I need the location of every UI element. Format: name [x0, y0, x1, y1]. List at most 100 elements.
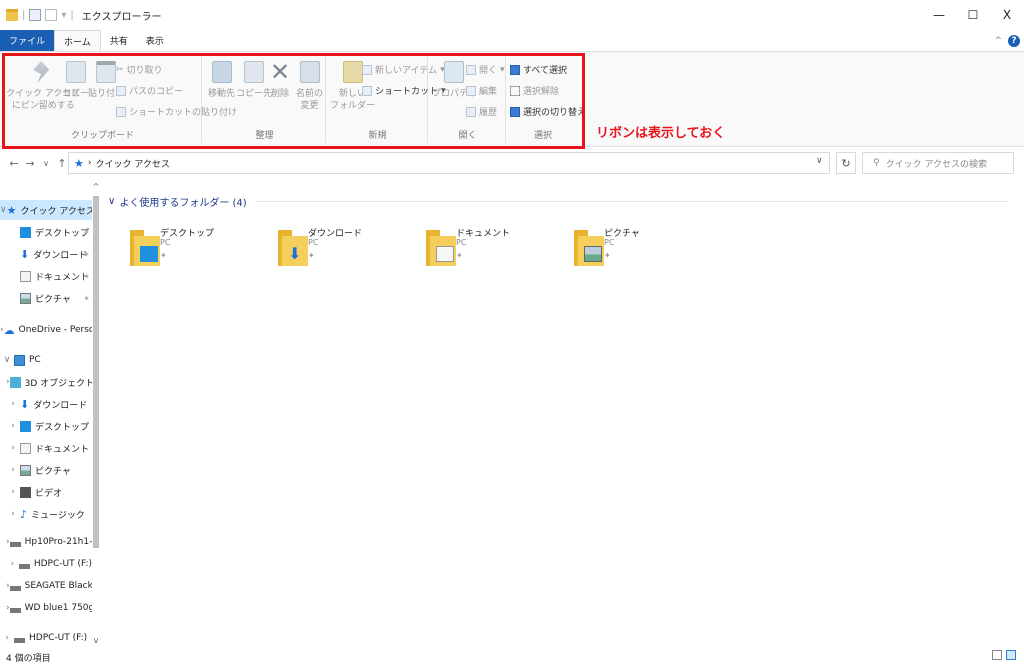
- expand-chevron-icon[interactable]: ∨: [0, 355, 14, 365]
- expand-chevron-icon[interactable]: ›: [0, 633, 14, 643]
- expand-chevron-icon[interactable]: ›: [6, 559, 19, 569]
- maximize-button[interactable]: ☐: [956, 0, 990, 30]
- drive-icon: [9, 541, 21, 547]
- folder-icon: [574, 230, 604, 266]
- large-icons-view-icon[interactable]: [1006, 650, 1016, 660]
- ribbon-highlight-box: [2, 53, 585, 149]
- pin-icon: ✦: [83, 249, 90, 259]
- nav-label: OneDrive - Persor: [18, 325, 92, 335]
- nav-qa-documents[interactable]: ドキュメント ✦: [0, 266, 92, 286]
- pin-icon: ✦: [83, 293, 90, 303]
- nav-pc-documents[interactable]: › ドキュメント: [0, 438, 92, 458]
- nav-qa-pictures[interactable]: ピクチャ ✦: [0, 288, 92, 308]
- tab-share[interactable]: 共有: [101, 30, 137, 51]
- close-button[interactable]: X: [990, 0, 1024, 30]
- pin-icon: ✦: [456, 251, 463, 260]
- nav-label: WD blue1 750gb: [24, 603, 92, 613]
- tab-file[interactable]: ファイル: [0, 30, 55, 51]
- scroll-down-icon[interactable]: v: [92, 636, 100, 645]
- nav-onedrive[interactable]: › ☁ OneDrive - Persor: [0, 320, 92, 340]
- address-input[interactable]: ★ › クイック アクセス: [68, 152, 830, 174]
- search-input[interactable]: ⚲ クイック アクセスの検索: [862, 152, 1014, 174]
- minimize-button[interactable]: —: [922, 0, 956, 30]
- nav-pc-music[interactable]: › ♪ ミュージック: [0, 504, 92, 524]
- refresh-icon[interactable]: ↻: [836, 152, 856, 174]
- document-icon: [20, 442, 31, 454]
- pictures-icon: [20, 292, 31, 304]
- expand-chevron-icon[interactable]: ›: [6, 399, 20, 409]
- folder-tile-documents[interactable]: ドキュメント PC ✦: [398, 224, 538, 272]
- section-title: よく使用するフォルダー (4): [119, 198, 247, 209]
- back-arrow-icon[interactable]: ←: [6, 157, 22, 170]
- folder-tile-pictures[interactable]: ピクチャ PC ✦: [546, 224, 686, 272]
- collapse-ribbon-icon[interactable]: ^: [994, 36, 1002, 46]
- scrollbar-thumb[interactable]: [93, 196, 99, 548]
- folder-tile-downloads[interactable]: ⬇ ダウンロード PC ✦: [250, 224, 390, 272]
- nav-scrollbar[interactable]: ^ v: [92, 182, 100, 645]
- nav-pc-seagate-drive[interactable]: › SEAGATE Black 1: [0, 576, 92, 596]
- help-icon[interactable]: ?: [1008, 34, 1020, 47]
- nav-quick-access[interactable]: ∨ ★ クイック アクセス: [0, 200, 92, 220]
- desktop-icon: [20, 420, 31, 432]
- nav-pc-desktop[interactable]: › デスクトップ: [0, 416, 92, 436]
- breadcrumb-quick-access[interactable]: クイック アクセス: [95, 157, 169, 170]
- cloud-icon: ☁: [3, 323, 15, 337]
- expand-chevron-icon[interactable]: ›: [6, 421, 20, 431]
- folder-icon: [426, 230, 456, 266]
- nav-label: クイック アクセス: [20, 206, 92, 217]
- customize-dropdown-icon[interactable]: ▾: [61, 10, 66, 21]
- nav-pc-downloads[interactable]: › ⬇ ダウンロード: [0, 394, 92, 414]
- nav-pc-system-drive[interactable]: › Hp10Pro-21h1-jp: [0, 532, 92, 552]
- document-icon: [20, 270, 31, 282]
- nav-hdpc-drive[interactable]: › HDPC-UT (F:): [0, 628, 92, 645]
- pin-icon: ✦: [160, 251, 167, 260]
- new-folder-icon[interactable]: [45, 9, 58, 21]
- computer-icon: [14, 354, 25, 366]
- folder-tile-desktop[interactable]: デスクトップ PC ✦: [102, 224, 242, 272]
- 3d-objects-icon: [9, 376, 21, 388]
- section-divider: [256, 201, 1008, 202]
- frequent-folders-header[interactable]: ∨ よく使用するフォルダー (4): [108, 194, 1008, 209]
- toolbar-separator: |: [22, 9, 26, 21]
- nav-pc-hdpc-drive[interactable]: › HDPC-UT (F:): [0, 554, 92, 574]
- expand-chevron-icon[interactable]: ›: [6, 487, 20, 497]
- nav-label: ピクチャ: [35, 294, 71, 305]
- nav-pc-pictures[interactable]: › ピクチャ: [0, 460, 92, 480]
- nav-label: HDPC-UT (F:): [33, 559, 92, 569]
- nav-label: ダウンロード: [33, 250, 88, 261]
- nav-qa-downloads[interactable]: ⬇ ダウンロード ✦: [0, 244, 92, 264]
- nav-pc-3d-objects[interactable]: › 3D オブジェクト: [0, 372, 92, 392]
- tab-home[interactable]: ホーム: [54, 30, 101, 51]
- expand-chevron-icon[interactable]: ›: [6, 509, 20, 519]
- nav-label: ダウンロード: [33, 400, 88, 411]
- view-switcher: [992, 650, 1016, 660]
- recent-locations-icon[interactable]: ∨: [38, 159, 54, 168]
- properties-icon[interactable]: [29, 9, 42, 21]
- nav-pc-videos[interactable]: › ビデオ: [0, 482, 92, 502]
- nav-label: 3D オブジェクト: [24, 378, 92, 389]
- nav-label: ピクチャ: [35, 466, 71, 477]
- expand-chevron-icon[interactable]: ∨: [0, 205, 7, 215]
- toolbar-separator-2: |: [70, 9, 74, 21]
- folder-icon: [130, 230, 160, 266]
- nav-pc[interactable]: ∨ PC: [0, 350, 92, 370]
- nav-label: Hp10Pro-21h1-jp: [24, 537, 92, 547]
- nav-label: ミュージック: [31, 510, 85, 521]
- nav-label: SEAGATE Black 1: [24, 581, 92, 591]
- tab-view[interactable]: 表示: [137, 30, 173, 51]
- status-bar: 4 個の項目: [0, 647, 1024, 667]
- nav-qa-desktop[interactable]: デスクトップ ✦: [0, 222, 92, 242]
- forward-arrow-icon[interactable]: →: [22, 157, 38, 170]
- pictures-icon: [20, 464, 31, 476]
- expand-chevron-icon[interactable]: ›: [6, 465, 20, 475]
- expand-chevron-icon[interactable]: ›: [6, 443, 20, 453]
- details-view-icon[interactable]: [992, 650, 1002, 660]
- collapse-chevron-icon[interactable]: ∨: [108, 196, 115, 207]
- address-dropdown-icon[interactable]: ∨: [816, 156, 823, 166]
- pin-icon: ✦: [308, 251, 315, 260]
- content-area: ∨ よく使用するフォルダー (4) デスクトップ PC ✦ ⬇ ダウンロード P…: [102, 182, 1024, 645]
- star-icon: ★: [6, 203, 17, 217]
- scroll-up-icon[interactable]: ^: [92, 182, 100, 191]
- folder-location: PC: [308, 238, 319, 247]
- nav-pc-wd-drive[interactable]: › WD blue1 750gb: [0, 598, 92, 618]
